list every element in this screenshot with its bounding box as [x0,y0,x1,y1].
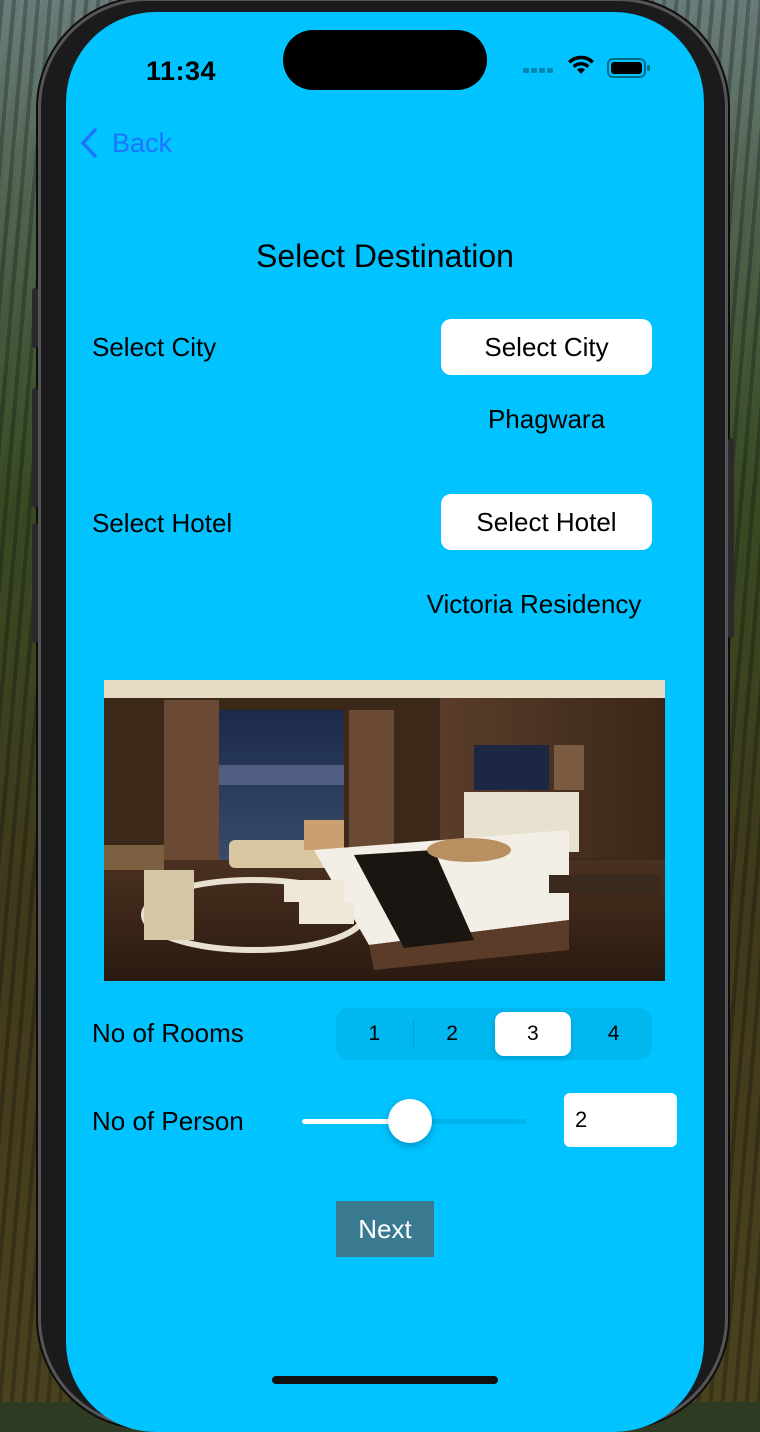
persons-label: No of Person [92,1106,244,1136]
signal-icon [523,68,553,73]
next-button[interactable]: Next [336,1201,434,1257]
select-hotel-button-label: Select Hotel [476,506,617,537]
rooms-option-2[interactable]: 2 [414,1012,491,1056]
rooms-segmented-control: 1 2 3 4 [336,1008,652,1060]
select-city-label: Select City [92,332,217,362]
persons-slider[interactable] [302,1096,526,1146]
select-hotel-button[interactable]: Select Hotel [441,494,652,550]
status-bar: 11:34 [66,12,704,112]
battery-icon [607,58,650,78]
selected-hotel-value: Victoria Residency [426,589,642,619]
rooms-option-label: 2 [446,1022,458,1045]
page-title: Select Destination [256,238,514,274]
rooms-option-3-selected[interactable]: 3 [494,1012,572,1056]
rooms-option-label: 1 [368,1022,381,1045]
chevron-left-icon [81,128,97,158]
back-label: Back [112,127,173,158]
selected-city-value: Phagwara [487,404,606,434]
status-time: 11:34 [146,56,217,86]
rooms-option-1[interactable]: 1 [336,1012,413,1056]
hotel-room-image [104,680,665,981]
dynamic-island [283,30,487,90]
slider-thumb[interactable] [388,1099,432,1143]
select-hotel-label: Select Hotel [92,508,233,538]
rooms-label: No of Rooms [92,1018,244,1048]
rooms-option-4[interactable]: 4 [575,1012,652,1056]
wifi-icon [568,55,594,74]
home-indicator [272,1376,498,1384]
persons-count-field[interactable]: 2 [564,1093,677,1147]
select-city-button-label: Select City [484,331,609,362]
rooms-option-label: 3 [527,1022,539,1045]
app-screen: 11:34 Back Select Destination Select Cit… [66,12,704,1432]
persons-count-value: 2 [575,1107,588,1132]
rooms-option-label: 4 [607,1022,620,1045]
next-button-label: Next [358,1213,412,1244]
back-button[interactable]: Back [80,118,172,168]
select-city-button[interactable]: Select City [441,319,652,375]
